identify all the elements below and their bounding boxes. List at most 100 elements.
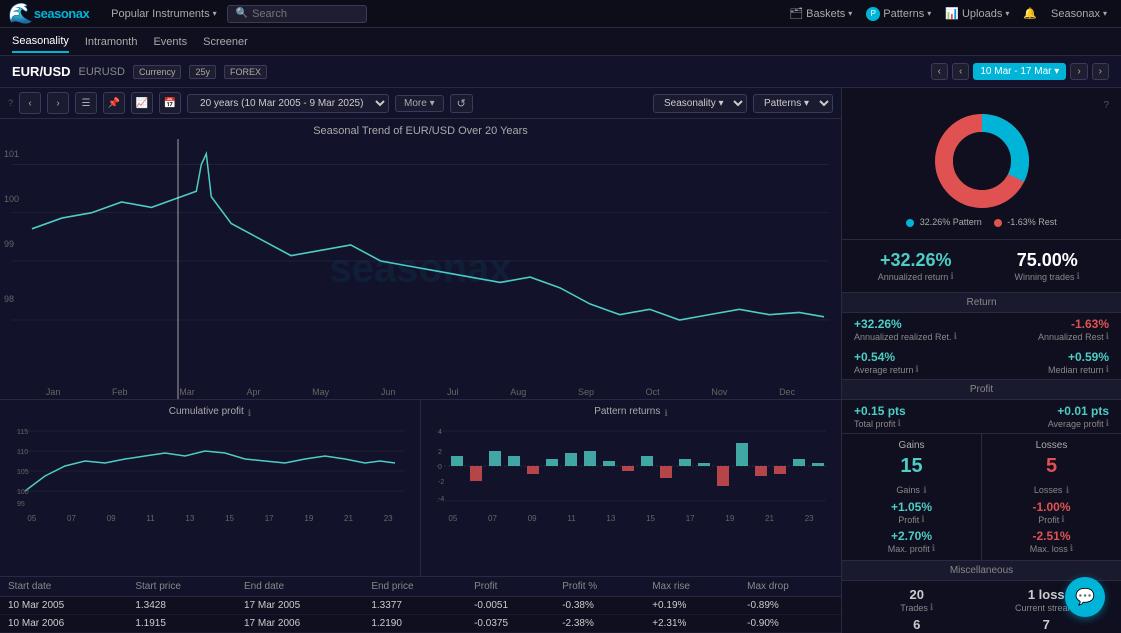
info-icon[interactable]: ℹ xyxy=(921,514,924,525)
search-box[interactable]: 🔍 xyxy=(227,5,367,23)
sub-nav-intramonth[interactable]: Intramonth xyxy=(85,32,138,52)
losses-label: Losses ℹ xyxy=(994,482,1109,496)
next-date-btn[interactable]: › xyxy=(1092,63,1109,80)
svg-text:115: 115 xyxy=(17,429,28,436)
avg-profit-label: Average profit ℹ xyxy=(986,418,1110,429)
uploads-menu[interactable]: 📊 Uploads ▾ xyxy=(939,5,1015,22)
main-layout: ? ‹ › ☰ 📌 📈 📅 20 years (10 Mar 2005 - 9 … xyxy=(0,88,1121,633)
prev-chart-btn[interactable]: ‹ xyxy=(19,92,41,114)
y-label-99: 99 xyxy=(4,239,14,249)
basket-icon: 🗂 xyxy=(789,7,803,20)
prev2-date-btn[interactable]: ‹ xyxy=(952,63,969,80)
next-chart-btn[interactable]: › xyxy=(47,92,69,114)
chat-button[interactable]: 💬 xyxy=(1065,577,1105,617)
y-label-101: 101 xyxy=(4,149,19,159)
search-icon: 🔍 xyxy=(236,8,248,19)
info-icon[interactable]: ℹ xyxy=(1106,418,1109,429)
user-menu[interactable]: Seasonax ▾ xyxy=(1045,6,1113,22)
sub-nav-seasonality[interactable]: Seasonality xyxy=(12,31,69,53)
help-icon[interactable]: ? xyxy=(8,98,13,108)
chart-toolbar: ? ‹ › ☰ 📌 📈 📅 20 years (10 Mar 2005 - 9 … xyxy=(0,88,841,119)
table-cell: -2.38% xyxy=(554,615,644,633)
info-icon[interactable]: ℹ xyxy=(1077,271,1080,282)
info-icon[interactable]: ℹ xyxy=(1070,543,1073,554)
popular-instruments-menu[interactable]: Popular Instruments ▾ xyxy=(105,8,222,20)
right-panel: ? 32.26% Pattern xyxy=(841,88,1121,633)
search-input[interactable] xyxy=(252,8,358,20)
baskets-menu[interactable]: 🗂 Baskets ▾ xyxy=(783,5,858,22)
gains-profit-value: +1.05% xyxy=(854,500,969,514)
next2-date-btn[interactable]: › xyxy=(1070,63,1087,80)
refresh-btn[interactable]: ↺ xyxy=(450,94,473,113)
info-icon[interactable]: ℹ xyxy=(923,485,926,495)
cumulative-x-axis: 0507 0911 1315 1719 2123 xyxy=(8,514,412,523)
donut-help-icon[interactable]: ? xyxy=(1103,100,1109,111)
gains-title: Gains xyxy=(854,440,969,451)
chart-type-btn[interactable]: 📈 xyxy=(131,92,153,114)
table-view-btn[interactable]: ☰ xyxy=(75,92,97,114)
losses-col: Losses 5 Losses ℹ -1.00% Profit ℹ -2.51% xyxy=(982,434,1121,560)
bottom-charts: Cumulative profit ℹ 115 110 105 100 xyxy=(0,399,841,576)
profit-title: Profit xyxy=(842,380,1121,400)
info-icon[interactable]: ℹ xyxy=(1061,514,1064,525)
annualized-rest-stat: -1.63% Annualized Rest ℹ xyxy=(986,317,1110,342)
current-date-range[interactable]: 10 Mar - 17 Mar ▾ xyxy=(973,63,1066,80)
profit-section: Profit +0.15 pts Total profit ℹ +0.01 pt… xyxy=(842,380,1121,434)
total-profit-value: +0.15 pts xyxy=(854,404,978,418)
table-cell: -0.0375 xyxy=(466,615,554,633)
donut-chart xyxy=(932,111,1032,211)
x-label-dec: Dec xyxy=(779,387,795,397)
nav-right: 🗂 Baskets ▾ P Patterns ▾ 📊 Uploads ▾ 🔔 S… xyxy=(783,5,1113,23)
col-max-drop: Max drop xyxy=(739,577,841,597)
annualized-realized-label: Annualized realized Ret. ℹ xyxy=(854,331,978,342)
x-label-may: May xyxy=(312,387,329,397)
winning-trades-label: Winning trades ℹ xyxy=(986,271,1110,282)
calendar-btn[interactable]: 📅 xyxy=(159,92,181,114)
notifications-btn[interactable]: 🔔 xyxy=(1017,5,1043,22)
prev-date-btn[interactable]: ‹ xyxy=(931,63,948,80)
sub-nav-screener[interactable]: Screener xyxy=(203,32,248,52)
svg-text:4: 4 xyxy=(438,429,442,436)
table-cell: 1.2190 xyxy=(363,615,466,633)
pattern-legend: 32.26% Pattern xyxy=(906,217,982,227)
info-icon[interactable]: ℹ xyxy=(898,418,901,429)
info-icon[interactable]: ℹ xyxy=(915,364,918,375)
svg-text:-2: -2 xyxy=(438,479,444,486)
sub-nav-events[interactable]: Events xyxy=(153,32,187,52)
pattern-returns-title: Pattern returns xyxy=(594,406,660,417)
svg-text:100: 100 xyxy=(17,489,29,496)
info-icon[interactable]: ℹ xyxy=(950,271,953,282)
info-icon[interactable]: ℹ xyxy=(1106,364,1109,375)
table-cell: 17 Mar 2005 xyxy=(236,597,363,615)
losses-title: Losses xyxy=(994,440,1109,451)
info-icon[interactable]: ℹ xyxy=(932,543,935,554)
info-icon[interactable]: ℹ xyxy=(930,602,933,613)
info-icon[interactable]: ℹ xyxy=(954,331,957,342)
forex-tag: FOREX xyxy=(224,65,267,79)
patterns-select[interactable]: Patterns ▾ xyxy=(753,94,833,113)
x-axis: Jan Feb Mar Apr May Jun Jul Aug Sep Oct … xyxy=(0,387,841,397)
svg-text:2: 2 xyxy=(438,449,442,456)
logo: 🌊 seasonax xyxy=(8,1,89,26)
gains-max-profit-stat: +2.70% Max. profit ℹ xyxy=(854,529,969,554)
table-row[interactable]: 10 Mar 20061.191517 Mar 20061.2190-0.037… xyxy=(0,615,841,633)
chevron-down-icon: ▾ xyxy=(1005,9,1009,18)
currency-tag: Currency xyxy=(133,65,182,79)
x-label-sep: Sep xyxy=(578,387,594,397)
more-btn[interactable]: More ▾ xyxy=(395,95,444,112)
pattern-returns-info-icon[interactable]: ℹ xyxy=(664,408,667,419)
patterns-menu[interactable]: P Patterns ▾ xyxy=(860,5,937,23)
cumulative-info-icon[interactable]: ℹ xyxy=(248,408,251,419)
seasonality-select[interactable]: Seasonality ▾ xyxy=(653,94,747,113)
table-cell: -0.0051 xyxy=(466,597,554,615)
pattern-returns-chart: Pattern returns ℹ 4 2 0 -2 -4 xyxy=(420,400,841,576)
info-icon[interactable]: ℹ xyxy=(1066,485,1069,495)
cumulative-chart: Cumulative profit ℹ 115 110 105 100 xyxy=(0,400,420,576)
table-cell: +2.31% xyxy=(644,615,739,633)
table-row[interactable]: 10 Mar 20051.342817 Mar 20051.3377-0.005… xyxy=(0,597,841,615)
big-stats-section: +32.26% Annualized return ℹ 75.00% Winni… xyxy=(842,240,1121,293)
info-icon[interactable]: ℹ xyxy=(1106,331,1109,342)
svg-text:110: 110 xyxy=(17,449,28,456)
lock-btn[interactable]: 📌 xyxy=(103,92,125,114)
time-range-select[interactable]: 20 years (10 Mar 2005 - 9 Mar 2025) xyxy=(187,94,389,113)
